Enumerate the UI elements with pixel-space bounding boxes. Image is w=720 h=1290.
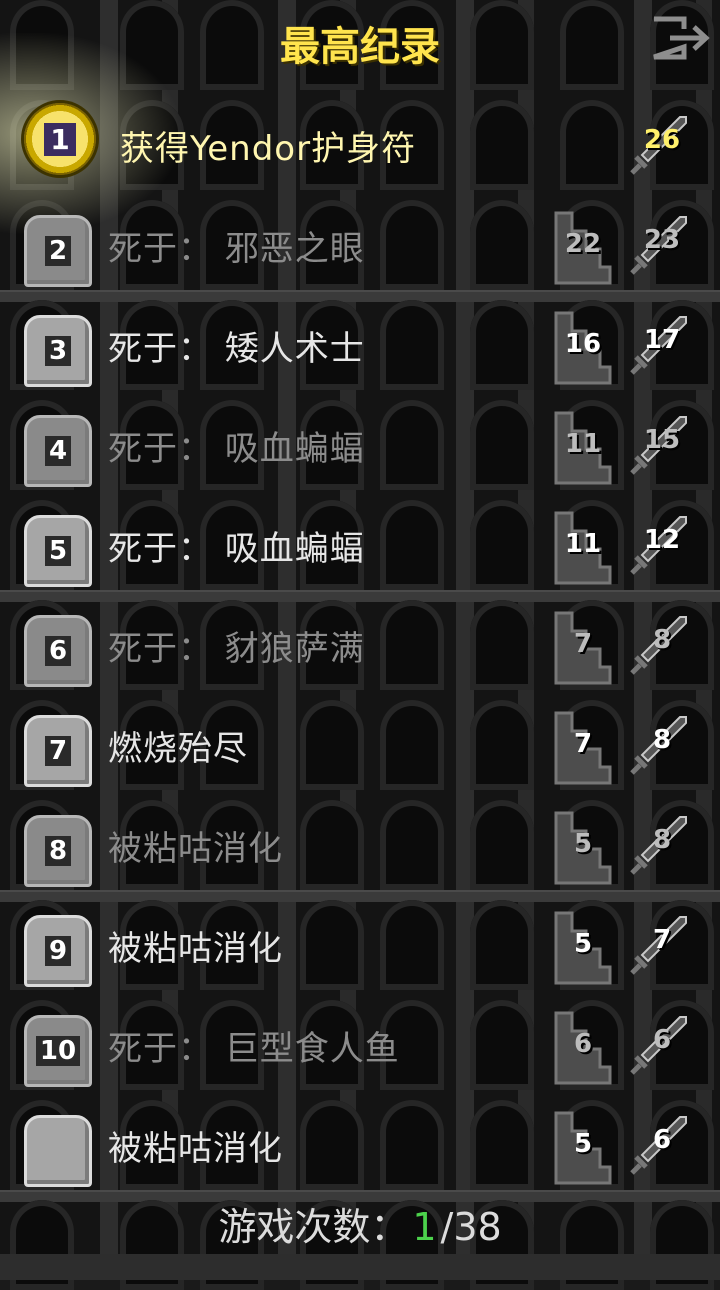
rank-number: 1 (44, 122, 76, 156)
death-cause: 死于： 吸血蝙蝠 (108, 529, 365, 569)
rank-number: 5 (44, 536, 72, 566)
depth-value: 7 (573, 629, 593, 659)
rank-number: 9 (44, 936, 72, 966)
games-played-label: 游戏次数： (218, 1205, 409, 1249)
record-row[interactable]: 9 被粘咕消化 5 7 (0, 893, 720, 993)
depth-value: 11 (564, 529, 602, 559)
exit-icon (653, 16, 710, 60)
level-value: 12 (643, 525, 681, 555)
death-cause: 死于： 邪恶之眼 (108, 229, 365, 269)
records-list: 1 获得Yendor护身符 26 2 死于： 邪恶之眼 22 23 3 死于： 矮人术士 16 17… (0, 33, 720, 1193)
death-cause: 死于： 矮人术士 (108, 329, 365, 369)
death-cause: 被粘咕消化 (108, 829, 283, 869)
level-value: 23 (643, 225, 681, 255)
death-cause: 死于： 吸血蝙蝠 (108, 429, 365, 469)
level-value: 26 (643, 125, 681, 155)
record-row[interactable]: 6 死于： 豺狼萨满 7 8 (0, 593, 720, 693)
record-row[interactable]: 10 死于： 巨型食人鱼 6 6 (0, 993, 720, 1093)
depth-value: 5 (573, 1129, 593, 1159)
amulet-icon: 1 (24, 103, 96, 175)
depth-value: 5 (573, 929, 593, 959)
exit-button[interactable] (648, 12, 714, 64)
tombstone-icon: 10 (24, 1015, 92, 1087)
games-played-current: 1 (412, 1205, 437, 1249)
record-row[interactable]: 被粘咕消化 5 6 (0, 1093, 720, 1193)
level-value: 17 (643, 325, 681, 355)
rank-number: 8 (44, 836, 72, 866)
tombstone-icon: 6 (24, 615, 92, 687)
depth-value: 22 (564, 229, 602, 259)
record-row[interactable]: 5 死于： 吸血蝙蝠 11 12 (0, 493, 720, 593)
tombstone-icon: 2 (24, 215, 92, 287)
rank-number: 7 (44, 736, 72, 766)
level-value: 8 (652, 825, 672, 855)
page-title: 最高纪录 (280, 24, 440, 70)
games-played-total: /38 (440, 1205, 502, 1249)
level-value: 7 (652, 925, 672, 955)
death-cause: 死于： 巨型食人鱼 (108, 1029, 400, 1069)
record-row[interactable]: 8 被粘咕消化 5 8 (0, 793, 720, 893)
record-row[interactable]: 4 死于： 吸血蝙蝠 11 15 (0, 393, 720, 493)
rank-number: 6 (44, 636, 72, 666)
level-value: 6 (652, 1125, 672, 1155)
death-cause: 被粘咕消化 (108, 929, 283, 969)
level-value: 8 (652, 725, 672, 755)
record-row[interactable]: 1 获得Yendor护身符 26 (0, 33, 720, 253)
record-row[interactable]: 2 死于： 邪恶之眼 22 23 (0, 193, 720, 293)
tombstone-icon: 3 (24, 315, 92, 387)
tombstone-icon: 8 (24, 815, 92, 887)
depth-value: 11 (564, 429, 602, 459)
rank-number: 3 (44, 336, 72, 366)
rank-number: 2 (44, 236, 72, 266)
death-cause: 被粘咕消化 (108, 1129, 283, 1169)
games-played: 游戏次数： 1/38 (0, 1196, 720, 1251)
footer-bar (0, 1254, 720, 1280)
depth-value: 7 (573, 729, 593, 759)
death-cause: 获得Yendor护身符 (120, 129, 417, 169)
depth-value: 16 (564, 329, 602, 359)
level-value: 15 (643, 425, 681, 455)
level-value: 8 (652, 625, 672, 655)
tombstone-icon: 4 (24, 415, 92, 487)
record-row[interactable]: 3 死于： 矮人术士 16 17 (0, 293, 720, 393)
level-value: 6 (652, 1025, 672, 1055)
death-cause: 燃烧殆尽 (108, 729, 248, 769)
depth-value: 5 (573, 829, 593, 859)
tombstone-icon: 7 (24, 715, 92, 787)
tombstone-icon: 9 (24, 915, 92, 987)
rank-number: 4 (44, 436, 72, 466)
death-cause: 死于： 豺狼萨满 (108, 629, 365, 669)
depth-value: 6 (573, 1029, 593, 1059)
record-row[interactable]: 7 燃烧殆尽 7 8 (0, 693, 720, 793)
rank-number: 10 (35, 1036, 81, 1066)
tombstone-icon: 5 (24, 515, 92, 587)
tombstone-icon (24, 1115, 92, 1187)
